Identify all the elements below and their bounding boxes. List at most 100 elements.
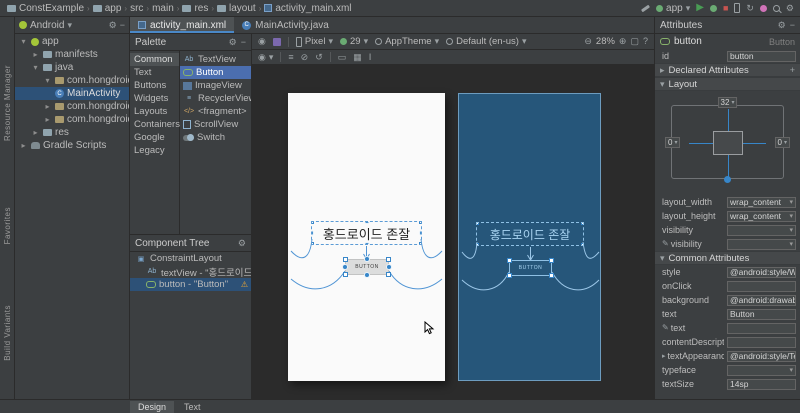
contentdescription-input[interactable] — [727, 336, 796, 348]
style-select[interactable]: @android:style/Wi▾ — [727, 266, 796, 278]
resize-handle[interactable] — [419, 222, 421, 224]
component-tree-item-textview[interactable]: AbtextView - "홍드로이드 존..."⚠ — [130, 265, 251, 279]
tree-item-mainactivity[interactable]: C MainActivity — [15, 87, 129, 100]
gear-icon[interactable]: ⚙ — [229, 37, 237, 47]
resize-handle[interactable] — [312, 222, 314, 224]
resize-handle[interactable] — [507, 273, 512, 278]
constraint-widget[interactable]: 32 ▾ 0 ▾ 0 ▾ — [663, 93, 792, 193]
resize-handle[interactable] — [312, 242, 314, 244]
tree-item-package-test[interactable]: ▸com.hongdroid.constexample(test) — [15, 113, 129, 126]
breadcrumb-item[interactable]: res — [181, 3, 209, 14]
zoom-out-icon[interactable]: ⊖ — [584, 37, 592, 46]
resize-handle[interactable] — [549, 273, 554, 278]
layout-width-select[interactable]: wrap_content ▾ — [727, 196, 796, 208]
surface-mode-icon[interactable]: ◉ — [258, 37, 266, 46]
margins-icon[interactable]: ▭ — [338, 52, 347, 62]
typeface-select[interactable]: ▾ — [727, 364, 796, 376]
resize-handle[interactable] — [477, 243, 479, 245]
resize-handle[interactable] — [343, 257, 348, 262]
constraint-anchor[interactable] — [342, 264, 348, 270]
declared-attributes-section[interactable]: ▸ Declared Attributes + — [655, 63, 800, 77]
view-options-select[interactable]: ◉ ▾ — [258, 52, 273, 62]
infer-constraints-icon[interactable]: ↺ — [315, 52, 323, 62]
component-tree-item-button[interactable]: button - "Button" ⚠ — [130, 278, 251, 291]
palette-item-imageview[interactable]: ImageView — [180, 79, 251, 92]
gear-icon[interactable]: ⚙ — [109, 20, 117, 30]
palette-item-scrollview[interactable]: ScrollView — [180, 118, 251, 131]
resize-handle[interactable] — [343, 272, 348, 277]
layout-section[interactable]: ▾ Layout — [655, 77, 800, 91]
component-tree-item-constraintlayout[interactable]: ▣ ConstraintLayout — [130, 252, 251, 265]
resize-handle[interactable] — [549, 258, 554, 263]
build-icon[interactable] — [640, 4, 651, 12]
palette-category-legacy[interactable]: Legacy — [130, 144, 179, 157]
textappearance-select[interactable]: @android:style/Te▾ — [727, 350, 796, 362]
tree-item-manifests[interactable]: ▸ manifests — [15, 48, 129, 61]
constraint-anchor[interactable] — [386, 264, 392, 270]
button-widget[interactable]: BUTTON — [342, 256, 392, 278]
palette-category-google[interactable]: Google — [130, 131, 179, 144]
onclick-input[interactable] — [727, 280, 796, 292]
zoom-to-fit-icon[interactable]: ▢ — [630, 37, 639, 46]
gear-icon[interactable]: ⚙ — [238, 238, 246, 248]
layout-height-select[interactable]: wrap_content ▾ — [727, 210, 796, 222]
constraint-anchor[interactable] — [312, 230, 314, 236]
palette-item-fragment[interactable]: </> <fragment> — [180, 105, 251, 118]
button-widget-blueprint[interactable]: BUTTON — [507, 258, 554, 278]
device-manager-icon[interactable] — [734, 3, 741, 13]
hide-panel-icon[interactable]: − — [790, 20, 795, 30]
tab-mainactivity-java[interactable]: C MainActivity.java — [234, 17, 337, 33]
tree-item-res[interactable]: ▸ res — [15, 126, 129, 139]
resize-handle[interactable] — [581, 223, 583, 225]
pack-icon[interactable]: ▦ — [353, 52, 362, 62]
tree-item-package[interactable]: ▾com.hongdroid.constexample — [15, 74, 129, 87]
sync-icon[interactable]: ↻ — [746, 3, 754, 13]
tools-visibility-select[interactable]: ▾ — [727, 238, 796, 250]
tree-item-java[interactable]: ▾ java — [15, 61, 129, 74]
common-attributes-section[interactable]: ▾ Common Attributes — [655, 251, 800, 265]
constraint-anchor[interactable] — [419, 230, 421, 236]
palette-category-containers[interactable]: Containers — [130, 118, 180, 131]
palette-category-layouts[interactable]: Layouts — [130, 105, 179, 118]
palette-category-text[interactable]: Text — [130, 66, 179, 79]
textview-widget[interactable]: 홍드로이드 존잘 — [311, 221, 422, 245]
id-input[interactable]: button — [727, 50, 796, 62]
stop-button[interactable]: ■ — [723, 3, 728, 13]
locale-select[interactable]: Default (en-us) ▾ — [446, 36, 526, 47]
blueprint-view-phone[interactable]: 홍드로이드 존잘 BUTTON — [458, 93, 601, 381]
bottom-constraint-anchor[interactable] — [723, 176, 731, 183]
palette-item-button[interactable]: Button — [180, 66, 251, 79]
tool-window-button-favorites[interactable]: Favorites — [3, 207, 12, 244]
search-icon[interactable] — [772, 4, 780, 12]
project-view-selector[interactable]: Android — [30, 20, 64, 31]
tree-item-gradle-scripts[interactable]: ▸ Gradle Scripts — [15, 139, 129, 152]
palette-category-widgets[interactable]: Widgets — [130, 92, 179, 105]
profiler-icon[interactable] — [759, 4, 767, 12]
settings-gear-icon[interactable]: ⚙ — [786, 3, 794, 13]
text-mode-tab[interactable]: Text — [176, 401, 209, 413]
breadcrumb-item[interactable]: ConstExample — [6, 3, 85, 14]
left-margin-select[interactable]: 0 ▾ — [665, 137, 681, 148]
theme-select[interactable]: AppTheme ▾ — [375, 36, 439, 47]
right-margin-select[interactable]: 0 ▾ — [774, 137, 790, 148]
resize-handle[interactable] — [419, 242, 421, 244]
run-button[interactable]: ▶ — [696, 3, 704, 13]
breadcrumb-item[interactable]: src — [129, 3, 144, 14]
autoconnect-icon[interactable]: ≡ — [288, 52, 293, 62]
palette-item-recyclerview[interactable]: ≡ RecyclerView — [180, 92, 251, 105]
visibility-select[interactable]: ▾ — [727, 224, 796, 236]
top-margin-select[interactable]: 32 ▾ — [717, 97, 738, 108]
hide-panel-icon[interactable]: − — [120, 20, 125, 30]
tree-item-app[interactable]: ▾ app — [15, 35, 129, 48]
resize-handle[interactable] — [581, 243, 583, 245]
tool-window-button-build-variants[interactable]: Build Variants — [3, 305, 12, 361]
zoom-in-icon[interactable]: ⊕ — [619, 37, 627, 46]
resize-handle[interactable] — [386, 257, 391, 262]
add-attribute-icon[interactable]: + — [790, 65, 795, 75]
constraint-anchor[interactable] — [363, 242, 370, 244]
tool-window-button-resource-manager[interactable]: Resource Manager — [3, 65, 12, 141]
breadcrumb-item[interactable]: activity_main.xml — [263, 3, 352, 14]
palette-item-switch[interactable]: Switch — [180, 131, 251, 144]
orientation-icon[interactable] — [272, 37, 281, 46]
help-icon[interactable]: ? — [643, 37, 648, 46]
